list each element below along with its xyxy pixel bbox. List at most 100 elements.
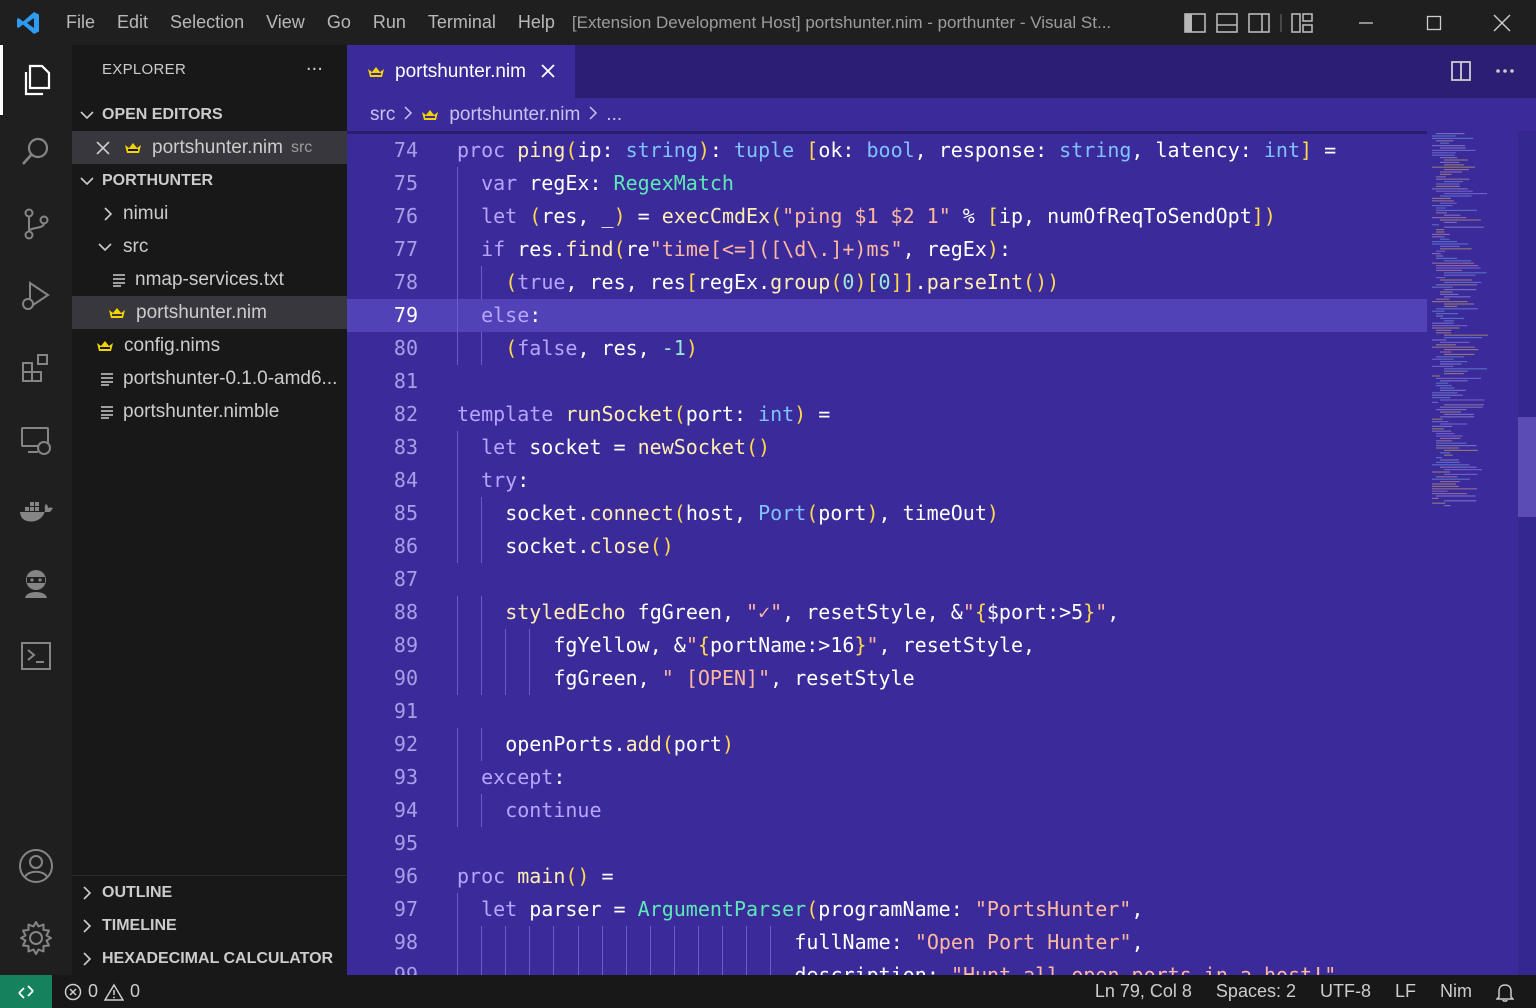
code-text: openPorts.add(port) xyxy=(505,732,734,756)
code-line[interactable]: 90 fgGreen, " [OPEN]", resetStyle xyxy=(347,662,1427,695)
code-text: description: "Hunt all open ports in a h… xyxy=(794,963,1337,975)
tree-file-portshunter-nim[interactable]: portshunter.nim xyxy=(72,296,347,329)
line-number: 77 xyxy=(393,237,418,261)
code-line[interactable]: 83 let socket = newSocket() xyxy=(347,431,1427,464)
terminal-view-button[interactable] xyxy=(0,621,72,691)
tree-file-nmap-services[interactable]: nmap-services.txt xyxy=(72,263,347,296)
code-line[interactable]: 99 description: "Hunt all open ports in a… xyxy=(347,959,1427,975)
code-line[interactable]: 93 except: xyxy=(347,761,1427,794)
code-line[interactable]: 87 xyxy=(347,563,1427,596)
tree-folder-src[interactable]: src xyxy=(72,230,347,263)
maximize-button[interactable] xyxy=(1400,0,1468,45)
close-window-button[interactable] xyxy=(1468,0,1536,45)
nim-file-icon xyxy=(422,109,439,120)
close-tab-icon[interactable] xyxy=(540,60,556,84)
indentation[interactable]: Spaces: 2 xyxy=(1204,981,1308,1002)
porthunter-folder-section[interactable]: PORTHUNTER xyxy=(72,164,347,197)
menu-file[interactable]: File xyxy=(55,12,106,33)
menu-help[interactable]: Help xyxy=(507,12,566,33)
accounts-button[interactable] xyxy=(0,831,72,901)
breadcrumb-file[interactable]: portshunter.nim xyxy=(449,104,580,126)
code-line[interactable]: 79 else: xyxy=(347,299,1427,332)
code-line[interactable]: 77 if res.find(re"time[<=]([\d\.]+)ms", r… xyxy=(347,233,1427,266)
close-icon[interactable] xyxy=(72,140,110,155)
code-line[interactable]: 76 let (res, _) = execCmdEx("ping $1 $2 1… xyxy=(347,200,1427,233)
split-editor-icon[interactable] xyxy=(1450,60,1472,82)
customize-layout-icon[interactable] xyxy=(1280,12,1314,33)
explorer-title: EXPLORER xyxy=(102,61,187,78)
code-line[interactable]: 95 xyxy=(347,827,1427,860)
code-text: let (res, _) = execCmdEx("ping $1 $2 1" … xyxy=(481,204,1276,228)
tree-file-portshunter-nimble[interactable]: portshunter.nimble xyxy=(72,395,347,428)
code-line[interactable]: 80 (false, res, -1) xyxy=(347,332,1427,365)
open-editors-section[interactable]: OPEN EDITORS xyxy=(72,98,347,131)
code-line[interactable]: 84 try: xyxy=(347,464,1427,497)
manage-button[interactable] xyxy=(0,903,72,973)
scrollbar-thumb[interactable] xyxy=(1518,417,1536,517)
problems-indicator[interactable]: 0 0 xyxy=(64,981,140,1002)
code-line[interactable]: 89 fgYellow, &"{portName:>16}", resetStyl… xyxy=(347,629,1427,662)
code-line[interactable]: 88 styledEcho fgGreen, "✓", resetStyle, &… xyxy=(347,596,1427,629)
breadcrumb-folder[interactable]: src xyxy=(370,104,395,126)
code-line[interactable]: 85 socket.connect(host, Port(port), timeO… xyxy=(347,497,1427,530)
more-actions-icon[interactable]: ··· xyxy=(306,59,323,80)
code-line[interactable]: 82 template runSocket(port: int) = xyxy=(347,398,1427,431)
explorer-button[interactable] xyxy=(0,45,72,115)
source-control-button[interactable] xyxy=(0,189,72,259)
code-line[interactable]: 91 xyxy=(347,695,1427,728)
outline-section[interactable]: OUTLINE xyxy=(72,876,347,909)
timeline-label: TIMELINE xyxy=(102,916,177,934)
tree-folder-nimui[interactable]: nimui xyxy=(72,197,347,230)
tree-file-config-nims[interactable]: config.nims xyxy=(72,329,347,362)
code-line[interactable]: 92 openPorts.add(port) xyxy=(347,728,1427,761)
code-editor[interactable]: 74 proc ping(ip: string): tuple [ok: bool… xyxy=(347,131,1536,975)
vertical-scrollbar[interactable] xyxy=(1518,131,1536,975)
breadcrumb-symbol[interactable]: ... xyxy=(606,104,622,126)
menu-view[interactable]: View xyxy=(255,12,316,33)
toggle-primary-sidebar-icon[interactable] xyxy=(1184,12,1206,33)
chevron-right-icon xyxy=(104,206,113,221)
extensions-button[interactable] xyxy=(0,333,72,403)
code-line[interactable]: 97 let parser = ArgumentParser(programNam… xyxy=(347,893,1427,926)
more-actions-icon[interactable] xyxy=(1494,60,1516,82)
toggle-secondary-sidebar-icon[interactable] xyxy=(1248,12,1270,33)
language-mode[interactable]: Nim xyxy=(1428,981,1484,1002)
menu-terminal[interactable]: Terminal xyxy=(417,12,507,33)
code-line[interactable]: 94 continue xyxy=(347,794,1427,827)
minimap[interactable] xyxy=(1424,131,1514,511)
code-line[interactable]: 74 proc ping(ip: string): tuple [ok: bool… xyxy=(347,134,1427,167)
chevron-right-icon xyxy=(72,951,102,966)
tree-file-portshunter-amd64[interactable]: portshunter-0.1.0-amd6... xyxy=(72,362,347,395)
encoding[interactable]: UTF-8 xyxy=(1308,981,1383,1002)
docker-button[interactable] xyxy=(0,477,72,547)
indent-guide xyxy=(481,332,483,365)
cursor-position[interactable]: Ln 79, Col 8 xyxy=(1083,981,1204,1002)
menu-run[interactable]: Run xyxy=(362,12,417,33)
menu-edit[interactable]: Edit xyxy=(106,12,159,33)
hexadecimal-calculator-section[interactable]: HEXADECIMAL CALCULATOR xyxy=(72,942,347,975)
indent-guide xyxy=(457,629,458,662)
menu-selection[interactable]: Selection xyxy=(159,12,255,33)
code-line[interactable]: 96 proc main() = xyxy=(347,860,1427,893)
toggle-panel-icon[interactable] xyxy=(1216,12,1238,33)
search-button[interactable] xyxy=(0,117,72,187)
indent-guide xyxy=(770,959,772,975)
code-line[interactable]: 75 var regEx: RegexMatch xyxy=(347,167,1427,200)
code-line[interactable]: 81 xyxy=(347,365,1427,398)
remote-explorer-button[interactable] xyxy=(0,405,72,475)
ninja-extension-button[interactable] xyxy=(0,549,72,619)
timeline-section[interactable]: TIMELINE xyxy=(72,909,347,942)
open-editor-item[interactable]: portshunter.nim src xyxy=(72,131,347,164)
indent-guide xyxy=(481,926,483,959)
tab-portshunter-nim[interactable]: portshunter.nim xyxy=(347,45,575,98)
notifications-button[interactable] xyxy=(1484,982,1536,1002)
minimize-button[interactable] xyxy=(1332,0,1400,45)
run-debug-button[interactable] xyxy=(0,261,72,331)
code-line[interactable]: 86 socket.close() xyxy=(347,530,1427,563)
menu-go[interactable]: Go xyxy=(316,12,362,33)
end-of-line[interactable]: LF xyxy=(1383,981,1428,1002)
code-line[interactable]: 98 fullName: "Open Port Hunter", xyxy=(347,926,1427,959)
nim-file-icon xyxy=(109,307,125,318)
code-line[interactable]: 78 (true, res, res[regEx.group(0)[0]].par… xyxy=(347,266,1427,299)
remote-indicator[interactable] xyxy=(0,975,52,1008)
